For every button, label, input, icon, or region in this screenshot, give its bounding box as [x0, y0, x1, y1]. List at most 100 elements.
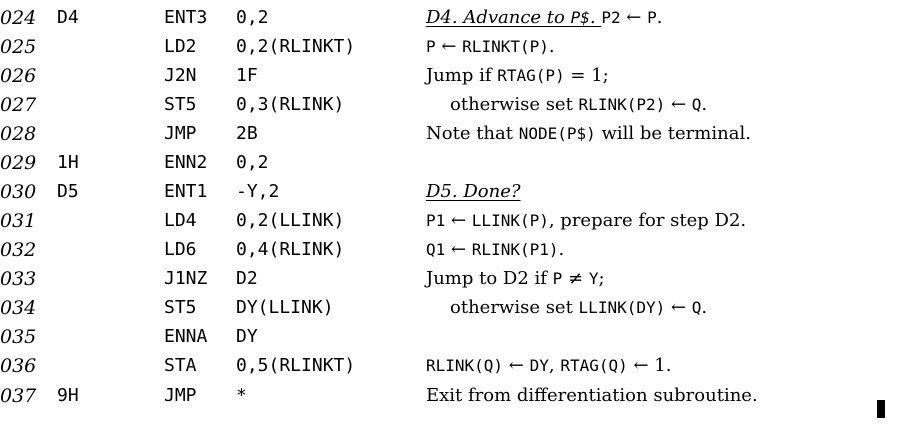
comment: otherwise set RLINK(P2) ← Q. — [450, 90, 707, 120]
comment-text: = 1; — [564, 65, 609, 86]
comment: Jump if RTAG(P) = 1; — [426, 61, 609, 91]
comment-text: will be terminal. — [595, 123, 751, 144]
comment: D4. Advance to P$. P2 ← P. — [426, 3, 662, 33]
listing-line-025: 025 LD2 0,2(RLINKT) P ← RLINKT(P). — [0, 32, 907, 62]
line-number: 025 — [0, 36, 37, 58]
address-field: 0,3(RLINK) — [236, 94, 345, 115]
opcode: ENN2 — [164, 152, 208, 173]
listing-line-036: 036 STA 0,5(RLINKT) RLINK(Q) ← DY, RTAG(… — [0, 351, 907, 381]
comment-code: RTAG(P) — [497, 66, 565, 85]
comment-text: ← — [620, 7, 648, 28]
comment-code: P$ — [570, 8, 590, 27]
comment-text: ← — [445, 239, 472, 260]
comment-text: ← — [503, 355, 530, 376]
comment-code: RLINK(P1) — [471, 240, 559, 259]
address-field: DY(LLINK) — [236, 297, 334, 318]
comment-code: LLINK(DY) — [578, 298, 666, 317]
line-number: 037 — [0, 385, 37, 407]
comment-text: Jump if — [426, 65, 498, 86]
comment-code: RLINKT(P) — [462, 37, 549, 56]
code-label: 1H — [57, 152, 79, 173]
line-number: 030 — [0, 181, 37, 203]
opcode: STA — [164, 355, 197, 376]
opcode: JMP — [164, 123, 197, 144]
program-listing: 024 D4 ENT3 0,2 D4. Advance to P$. P2 ← … — [0, 0, 907, 424]
address-field: * — [236, 385, 247, 406]
comment-code: Q — [691, 298, 702, 317]
comment: RLINK(Q) ← DY, RTAG(Q) ← 1. — [426, 351, 671, 381]
line-number: 035 — [0, 326, 37, 348]
comment-code: DY — [529, 356, 549, 375]
address-field: 0,2(RLINKT) — [236, 36, 356, 57]
comment-code: RLINK(Q) — [426, 356, 504, 375]
listing-line-030: 030 D5 ENT1 -Y,2 D5. Done? — [0, 177, 907, 207]
line-number: 026 — [0, 65, 37, 87]
comment-text: ← — [665, 297, 692, 318]
comment-text: . — [701, 94, 708, 115]
listing-line-032: 032 LD6 0,4(RLINK) Q1 ← RLINK(P1). — [0, 235, 907, 265]
step-heading: D5. Done? — [426, 181, 521, 202]
comment-code: Q1 — [426, 240, 446, 259]
opcode: ENT1 — [164, 181, 208, 202]
comment-code: NODE(P$) — [518, 124, 596, 143]
listing-line-035: 035 ENNA DY — [0, 322, 907, 352]
comment-text: ≠ — [562, 268, 589, 289]
opcode: LD4 — [164, 210, 197, 231]
comment-code: P — [647, 8, 657, 27]
line-number: 028 — [0, 123, 37, 145]
comment-text: otherwise set — [450, 297, 579, 318]
line-number: 031 — [0, 210, 37, 232]
comment-text: Jump to D2 if — [426, 268, 553, 289]
comment-text: . — [656, 7, 663, 28]
opcode: ENNA — [164, 326, 208, 347]
comment-text: Exit from differentiation subroutine. — [426, 385, 758, 406]
comment-text: ; — [598, 268, 605, 289]
address-field: DY — [236, 326, 258, 347]
comment: Note that NODE(P$) will be terminal. — [426, 119, 751, 149]
address-field: -Y,2 — [236, 181, 280, 202]
comment-text: ← — [665, 94, 692, 115]
comment-code: P2 — [601, 8, 621, 27]
comment-text: Note that — [426, 123, 519, 144]
address-field: 0,5(RLINKT) — [236, 355, 356, 376]
address-field: 0,2(LLINK) — [236, 210, 345, 231]
comment-text: ← — [445, 210, 472, 231]
comment: Exit from differentiation subroutine. — [426, 381, 758, 411]
code-label: D5 — [57, 181, 79, 202]
comment: P1 ← LLINK(P), prepare for step D2. — [426, 206, 746, 236]
comment-code: LLINK(P) — [471, 211, 549, 230]
opcode: JMP — [164, 385, 197, 406]
address-field: 2B — [236, 123, 258, 144]
listing-line-028: 028 JMP 2B Note that NODE(P$) will be te… — [0, 119, 907, 149]
comment: Jump to D2 if P ≠ Y; — [426, 264, 605, 294]
listing-line-031: 031 LD4 0,2(LLINK) P1 ← LLINK(P), prepar… — [0, 206, 907, 236]
listing-line-027: 027 ST5 0,3(RLINK) otherwise set RLINK(P… — [0, 90, 907, 120]
code-label: 9H — [57, 385, 79, 406]
comment-text: ← — [435, 36, 463, 57]
comment-text: otherwise set — [450, 94, 579, 115]
comment: D5. Done? — [426, 177, 521, 207]
comment: P ← RLINKT(P). — [426, 32, 555, 62]
comment-code: RTAG(Q) — [560, 356, 628, 375]
line-number: 024 — [0, 7, 37, 29]
comment-code: P1 — [426, 211, 446, 230]
opcode: LD6 — [164, 239, 197, 260]
opcode: ST5 — [164, 94, 197, 115]
listing-line-029: 029 1H ENN2 0,2 — [0, 148, 907, 178]
code-label: D4 — [57, 7, 79, 28]
comment: Q1 ← RLINK(P1). — [426, 235, 564, 265]
listing-line-033: 033 J1NZ D2 Jump to D2 if P ≠ Y; — [0, 264, 907, 294]
address-field: 0,4(RLINK) — [236, 239, 345, 260]
step-heading: D4. Advance to P$. — [426, 7, 601, 28]
comment-code: P — [426, 37, 436, 56]
line-number: 029 — [0, 152, 37, 174]
comment-text: , prepare for step D2. — [548, 210, 747, 231]
comment-code: P — [552, 269, 563, 288]
line-number: 032 — [0, 239, 37, 261]
comment-text: . — [701, 297, 708, 318]
opcode: J2N — [164, 65, 197, 86]
comment-text: D4. Advance to — [426, 7, 571, 28]
address-field: 0,2 — [236, 7, 269, 28]
line-number: 034 — [0, 297, 37, 319]
comment: otherwise set LLINK(DY) ← Q. — [450, 293, 707, 323]
